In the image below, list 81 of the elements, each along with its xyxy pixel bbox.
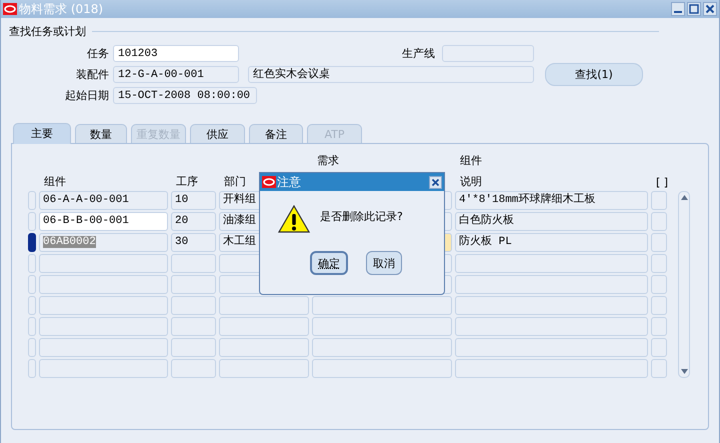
read-only-field[interactable] xyxy=(442,45,534,62)
table-cell[interactable] xyxy=(312,338,452,357)
tab[interactable]: 供应 xyxy=(190,124,245,143)
dialog-button[interactable]: 确定 xyxy=(310,251,348,275)
oracle-logo-icon xyxy=(3,3,17,15)
table-cell[interactable] xyxy=(39,275,168,294)
table-cell[interactable] xyxy=(651,275,667,294)
table-cell[interactable] xyxy=(219,317,309,336)
table-cell[interactable] xyxy=(39,338,168,357)
table-cell[interactable] xyxy=(171,359,216,378)
table-cell[interactable] xyxy=(171,254,216,273)
table-cell[interactable] xyxy=(651,212,667,231)
column-header: 工序 xyxy=(176,174,198,189)
table-cell[interactable] xyxy=(651,254,667,273)
table-cell[interactable] xyxy=(455,296,648,315)
table-cell[interactable] xyxy=(455,254,648,273)
table-cell[interactable] xyxy=(312,317,452,336)
column-header: 需求 xyxy=(317,153,339,168)
table-cell[interactable] xyxy=(39,254,168,273)
window-title: 物料需求 (018) xyxy=(19,0,104,18)
table-cell[interactable]: 4'*8'18mm环球牌细木工板 xyxy=(455,191,648,210)
table-cell[interactable] xyxy=(171,338,216,357)
maximize-icon[interactable] xyxy=(687,2,701,16)
table-cell[interactable] xyxy=(39,317,168,336)
field-label: 起始日期 xyxy=(65,88,110,103)
field-label: 任务 xyxy=(87,46,110,61)
column-header: [ ] xyxy=(656,176,668,189)
table-cell[interactable]: 防火板 PL xyxy=(455,233,648,252)
column-header: 说明 xyxy=(460,174,482,189)
table-cell[interactable] xyxy=(651,317,667,336)
scroll-up-icon[interactable] xyxy=(680,195,688,200)
oracle-logo-icon xyxy=(262,176,276,188)
dialog-button[interactable]: 取消 xyxy=(366,251,402,275)
table-cell[interactable] xyxy=(39,359,168,378)
table-cell[interactable]: 06-A-A-00-001 xyxy=(39,191,168,210)
column-header: 组件 xyxy=(460,153,482,168)
dialog-title: 注意 xyxy=(277,174,302,190)
read-only-field[interactable]: 15-OCT-2008 08:00:00 xyxy=(113,87,257,104)
read-only-field[interactable]: 12-G-A-00-001 xyxy=(113,66,239,83)
section-title: 查找任务或计划 xyxy=(9,24,86,39)
column-header: 组件 xyxy=(44,174,66,189)
table-cell[interactable] xyxy=(651,296,667,315)
field-label: 生产线 xyxy=(402,46,436,61)
table-cell[interactable] xyxy=(312,296,452,315)
table-cell[interactable]: 06-B-B-00-001 xyxy=(39,212,168,231)
table-cell[interactable] xyxy=(455,359,648,378)
row-marker[interactable] xyxy=(28,233,36,252)
tab[interactable]: 主要 xyxy=(13,123,71,144)
table-cell[interactable]: 30 xyxy=(171,233,216,252)
input-field[interactable]: 101203 xyxy=(113,45,239,62)
table-cell[interactable] xyxy=(312,359,452,378)
table-cell[interactable] xyxy=(651,359,667,378)
table-cell[interactable] xyxy=(651,338,667,357)
table-cell[interactable]: 白色防火板 xyxy=(455,212,648,231)
tab[interactable]: 数量 xyxy=(75,124,127,143)
table-cell[interactable] xyxy=(651,191,667,210)
table-cell[interactable] xyxy=(219,296,309,315)
close-icon[interactable] xyxy=(703,2,717,16)
minimize-icon[interactable] xyxy=(671,2,685,16)
table-cell[interactable]: 20 xyxy=(171,212,216,231)
table-cell[interactable] xyxy=(39,296,168,315)
table-cell[interactable] xyxy=(219,338,309,357)
table-cell[interactable] xyxy=(455,275,648,294)
read-only-field[interactable]: 红色实木会议桌 xyxy=(248,66,534,83)
column-header: 部门 xyxy=(224,174,246,189)
tab[interactable]: 备注 xyxy=(249,124,303,143)
scroll-down-icon[interactable] xyxy=(680,369,688,374)
find-button[interactable]: 查找(1) xyxy=(545,63,643,86)
close-icon[interactable] xyxy=(429,176,442,188)
table-cell[interactable] xyxy=(171,275,216,294)
table-cell[interactable] xyxy=(455,317,648,336)
table-cell[interactable] xyxy=(171,317,216,336)
table-cell[interactable] xyxy=(219,359,309,378)
field-label: 装配件 xyxy=(76,67,110,82)
table-cell[interactable] xyxy=(171,296,216,315)
dialog-message: 是否删除此记录? xyxy=(320,209,403,224)
warning-icon xyxy=(278,205,310,233)
scrollbar[interactable] xyxy=(678,191,690,378)
table-cell[interactable] xyxy=(455,338,648,357)
table-cell[interactable] xyxy=(651,233,667,252)
table-cell[interactable]: 10 xyxy=(171,191,216,210)
